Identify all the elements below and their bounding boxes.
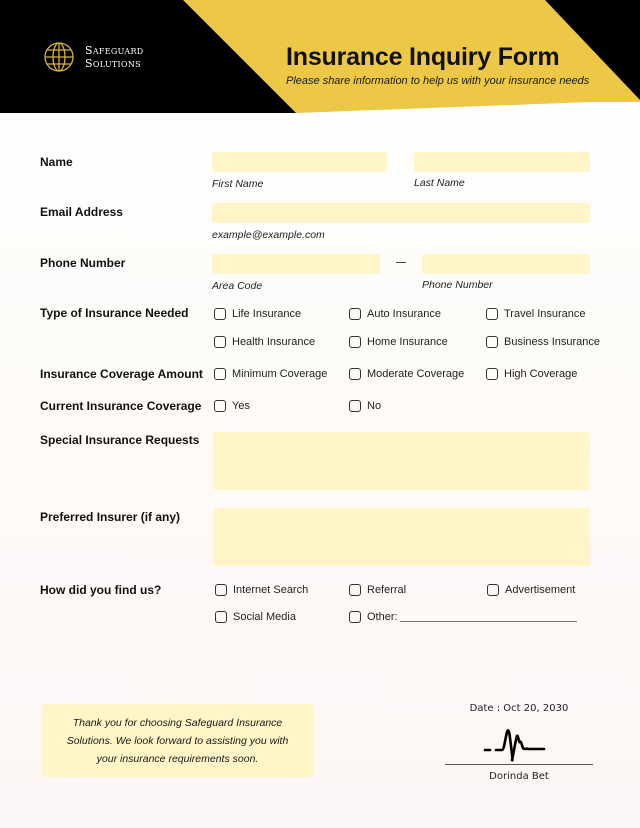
checkbox[interactable]	[215, 584, 227, 596]
signature-line	[445, 764, 593, 765]
email-hint: example@example.com	[212, 229, 325, 241]
checkbox[interactable]	[214, 400, 226, 412]
checkbox[interactable]	[349, 400, 361, 412]
phone-number-input[interactable]	[422, 254, 590, 274]
option-high-coverage[interactable]: High Coverage	[486, 368, 577, 380]
globe-icon	[44, 42, 74, 72]
option-label: Home Insurance	[367, 336, 448, 348]
option-label: Yes	[232, 400, 250, 412]
option-health-insurance[interactable]: Health Insurance	[214, 336, 315, 348]
option-label: Internet Search	[233, 584, 309, 596]
last-name-input[interactable]	[414, 152, 590, 172]
header-banner: Safeguard Solutions Insurance Inquiry Fo…	[0, 0, 640, 113]
last-name-hint: Last Name	[414, 177, 465, 189]
area-code-hint: Area Code	[212, 280, 263, 292]
page-title: Insurance Inquiry Form	[286, 43, 560, 71]
checkbox[interactable]	[349, 611, 361, 623]
first-name-hint: First Name	[212, 178, 264, 190]
option-label: Minimum Coverage	[232, 368, 328, 380]
option-label: High Coverage	[504, 368, 578, 380]
referral-source-label: How did you find us?	[40, 583, 162, 597]
checkbox[interactable]	[349, 308, 361, 320]
signer-name: Dorinda Bet	[489, 771, 549, 782]
option-label: Travel Insurance	[504, 308, 586, 320]
checkbox[interactable]	[349, 584, 361, 596]
checkbox[interactable]	[215, 611, 227, 623]
phone-label: Phone Number	[40, 256, 126, 270]
option-advertisement[interactable]: Advertisement	[487, 584, 575, 596]
special-requests-textarea[interactable]	[213, 432, 590, 490]
option-social-media[interactable]: Social Media	[215, 611, 296, 623]
brand-name-line1: Safeguard	[85, 44, 144, 57]
checkbox[interactable]	[486, 368, 498, 380]
page-subtitle: Please share information to help us with…	[286, 75, 590, 87]
checkbox[interactable]	[349, 336, 361, 348]
option-label: Social Media	[233, 611, 296, 623]
current-coverage-label: Current Insurance Coverage	[40, 399, 202, 413]
area-code-input[interactable]	[212, 254, 380, 274]
email-label: Email Address	[40, 205, 123, 219]
checkbox[interactable]	[349, 368, 361, 380]
option-auto-insurance[interactable]: Auto Insurance	[349, 308, 441, 320]
option-label: Business Insurance	[504, 336, 600, 348]
checkbox[interactable]	[486, 336, 498, 348]
signature-date: Date : Oct 20, 2030	[469, 703, 569, 714]
option-label: Advertisement	[505, 584, 576, 596]
brand-logo: Safeguard Solutions	[43, 41, 144, 73]
option-travel-insurance[interactable]: Travel Insurance	[486, 308, 586, 320]
option-life-insurance[interactable]: Life Insurance	[214, 308, 301, 320]
option-business-insurance[interactable]: Business Insurance	[486, 336, 600, 348]
option-label: Other:	[367, 611, 398, 623]
checkbox[interactable]	[214, 308, 226, 320]
name-label: Name	[40, 155, 73, 169]
option-no[interactable]: No	[349, 400, 381, 412]
coverage-amount-label: Insurance Coverage Amount	[40, 367, 203, 381]
thank-you-note: Thank you for choosing Safeguard Insuran…	[42, 704, 313, 777]
checkbox[interactable]	[214, 336, 226, 348]
option-label: Auto Insurance	[367, 308, 441, 320]
signature-icon	[483, 729, 546, 762]
preferred-insurer-textarea[interactable]	[213, 508, 590, 566]
brand-name-line2: Solutions	[85, 57, 141, 70]
email-input[interactable]	[212, 203, 590, 223]
other-input-line[interactable]	[399, 612, 577, 622]
phone-number-hint: Phone Number	[422, 279, 493, 291]
option-internet-search[interactable]: Internet Search	[215, 584, 308, 596]
option-referral[interactable]: Referral	[349, 584, 406, 596]
first-name-input[interactable]	[212, 152, 387, 172]
option-home-insurance[interactable]: Home Insurance	[349, 336, 448, 348]
checkbox[interactable]	[486, 308, 498, 320]
checkbox[interactable]	[487, 584, 499, 596]
option-moderate-coverage[interactable]: Moderate Coverage	[349, 368, 464, 380]
option-label: Moderate Coverage	[367, 368, 465, 380]
insurance-type-label: Type of Insurance Needed	[40, 306, 189, 320]
option-label: Referral	[367, 584, 407, 596]
special-requests-label: Special Insurance Requests	[40, 433, 200, 447]
option-label: Health Insurance	[232, 336, 316, 348]
phone-separator	[396, 262, 406, 263]
preferred-insurer-label: Preferred Insurer (if any)	[40, 510, 181, 524]
option-yes[interactable]: Yes	[214, 400, 250, 412]
option-other[interactable]: Other:	[349, 611, 577, 623]
checkbox[interactable]	[214, 368, 226, 380]
option-minimum-coverage[interactable]: Minimum Coverage	[214, 368, 327, 380]
option-label: Life Insurance	[232, 308, 302, 320]
brand-name: Safeguard Solutions	[85, 44, 144, 70]
option-label: No	[367, 400, 382, 412]
